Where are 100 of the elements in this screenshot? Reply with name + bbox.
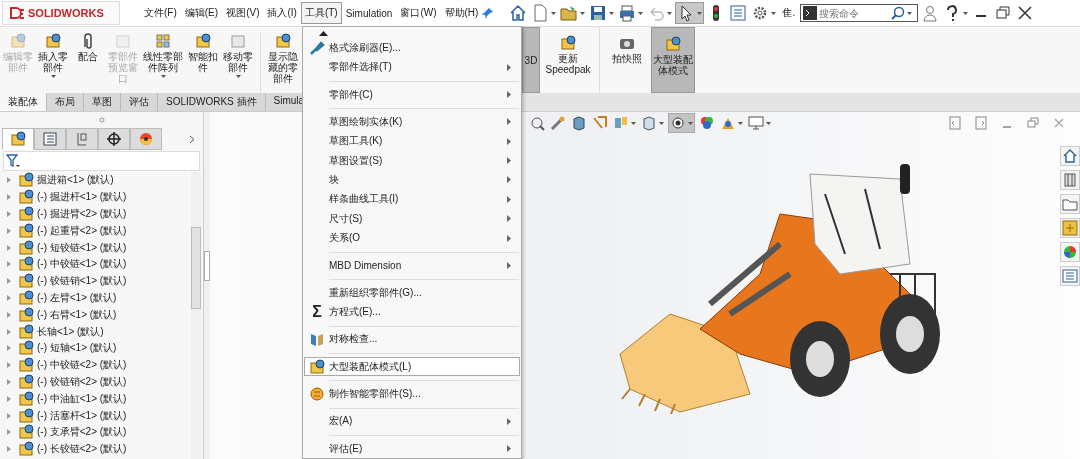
appearance-icon[interactable] bbox=[138, 131, 154, 147]
grip-icon[interactable] bbox=[98, 117, 105, 123]
tree-item[interactable]: (-) 左臂<1> (默认) bbox=[37, 290, 117, 305]
tree-item[interactable]: (-) 活塞杆<1> (默认) bbox=[37, 408, 127, 423]
collapsed-arrow-icon[interactable] bbox=[6, 362, 12, 369]
menu-item[interactable]: 草图工具(K) bbox=[304, 131, 520, 151]
hide-show-icon[interactable] bbox=[670, 115, 686, 131]
collapsed-arrow-icon[interactable] bbox=[6, 328, 12, 335]
previous-view-icon[interactable] bbox=[571, 115, 587, 131]
caret-icon[interactable] bbox=[50, 75, 56, 78]
menu-item[interactable]: 窗口(W) bbox=[396, 2, 441, 24]
chevron-right-icon[interactable] bbox=[189, 134, 195, 144]
ribbon-button[interactable]: 大型装配体模式 bbox=[651, 27, 695, 93]
menu-item[interactable]: 文件(F) bbox=[140, 2, 181, 24]
command-tab[interactable]: SOLIDWORKS 插件 bbox=[158, 93, 266, 111]
command-tab[interactable]: 布局 bbox=[47, 93, 84, 111]
menu-item[interactable]: 插入(I) bbox=[263, 2, 301, 24]
menu-item[interactable]: 格式涂刷器(E)... bbox=[304, 38, 520, 58]
tree-item[interactable]: (-) 铰链销<1> (默认) bbox=[37, 274, 127, 289]
caret-icon[interactable] bbox=[667, 11, 673, 15]
menu-item[interactable]: 编辑(E) bbox=[180, 2, 223, 24]
appearance-icon[interactable] bbox=[1062, 244, 1078, 260]
menu-item[interactable]: 关系(O bbox=[304, 228, 520, 248]
appearance-icon[interactable] bbox=[699, 115, 715, 131]
caret-icon[interactable] bbox=[907, 11, 913, 15]
tree-item[interactable]: (-) 中铰链<1> (默认) bbox=[37, 257, 127, 272]
collapsed-arrow-icon[interactable] bbox=[6, 211, 12, 217]
tree-item[interactable]: (-) 长铰链<2> (默认) bbox=[37, 442, 127, 457]
menu-item[interactable]: 样条曲线工具(I) bbox=[304, 189, 520, 209]
collapsed-arrow-icon[interactable] bbox=[6, 412, 12, 419]
collapsed-arrow-icon[interactable] bbox=[6, 278, 12, 285]
caret-icon[interactable] bbox=[580, 11, 586, 15]
pin-icon[interactable] bbox=[482, 7, 495, 19]
ribbon-button[interactable]: 拍快照 bbox=[606, 27, 648, 93]
caret-icon[interactable] bbox=[771, 11, 777, 15]
caret-icon[interactable] bbox=[766, 121, 771, 125]
menu-item[interactable]: MBD Dimension bbox=[304, 255, 520, 276]
tree-item[interactable]: (-) 中铰链<2> (默认) bbox=[37, 358, 127, 373]
caret-icon[interactable] bbox=[638, 11, 644, 15]
section-view-icon[interactable] bbox=[592, 115, 608, 131]
printer-icon[interactable] bbox=[618, 4, 637, 22]
collapsed-arrow-icon[interactable] bbox=[6, 395, 12, 402]
property-list-icon[interactable] bbox=[42, 131, 58, 147]
restore-icon[interactable] bbox=[1026, 116, 1040, 130]
tree-item[interactable]: (-) 起重臂<2> (默认) bbox=[37, 223, 127, 238]
search-icon[interactable] bbox=[891, 6, 906, 20]
collapsed-arrow-icon[interactable] bbox=[6, 345, 12, 352]
menu-item[interactable]: 草图绘制实体(K) bbox=[304, 112, 520, 132]
menu-item[interactable]: 零部件选择(T) bbox=[304, 57, 520, 77]
tree-item[interactable]: (-) 支承臂<2> (默认) bbox=[37, 425, 127, 440]
save-icon[interactable] bbox=[589, 4, 608, 22]
menu-item[interactable]: 大型装配体模式(L) bbox=[304, 356, 520, 377]
menu-item[interactable]: 评估(E) bbox=[304, 438, 520, 459]
caret-icon[interactable] bbox=[738, 121, 743, 125]
monitor-icon[interactable] bbox=[748, 115, 764, 131]
collapsed-arrow-icon[interactable] bbox=[6, 261, 12, 268]
view-orientation-icon[interactable] bbox=[641, 115, 657, 131]
ribbon-button[interactable]: 3D bbox=[522, 27, 540, 93]
ribbon-button[interactable]: 显示隐藏的零部件 bbox=[267, 33, 299, 84]
ribbon-button[interactable]: 配合 bbox=[72, 33, 104, 62]
menu-item[interactable]: 对称检查... bbox=[304, 329, 520, 349]
ribbon-button[interactable]: 更新 Speedpak bbox=[543, 27, 593, 93]
scroll-up-icon[interactable] bbox=[318, 31, 328, 37]
caret-icon[interactable] bbox=[551, 11, 557, 15]
feature-tree-icon[interactable] bbox=[10, 131, 26, 147]
folder-icon[interactable] bbox=[1062, 196, 1078, 212]
filter-icon[interactable] bbox=[6, 154, 20, 168]
collapsed-arrow-icon[interactable] bbox=[6, 446, 12, 453]
scrollbar-thumb[interactable] bbox=[191, 227, 201, 309]
menu-item[interactable]: 草图设置(S) bbox=[304, 150, 520, 171]
home-icon[interactable] bbox=[509, 4, 528, 22]
ribbon-button[interactable]: 移动零部件 bbox=[222, 33, 254, 78]
menu-item[interactable]: 零部件(C) bbox=[304, 84, 520, 105]
panel-tab[interactable] bbox=[98, 128, 130, 150]
panel-tab[interactable] bbox=[2, 128, 34, 150]
collapsed-arrow-icon[interactable] bbox=[6, 244, 12, 251]
search-field[interactable]: 搜索命令 bbox=[800, 4, 919, 22]
custom-properties-icon[interactable] bbox=[1062, 268, 1078, 284]
collapsed-arrow-icon[interactable] bbox=[6, 227, 12, 234]
parts-library-icon[interactable] bbox=[1062, 172, 1078, 188]
crosshair-icon[interactable] bbox=[106, 131, 122, 147]
home-icon[interactable] bbox=[1062, 148, 1078, 164]
collapsed-arrow-icon[interactable] bbox=[6, 429, 12, 436]
tree-item[interactable]: (-) 铰链销<2> (默认) bbox=[37, 374, 127, 389]
caret-icon[interactable] bbox=[160, 75, 166, 78]
search-input[interactable]: 搜索命令 bbox=[819, 7, 890, 19]
tree-item[interactable]: (-) 掘进臂<2> (默认) bbox=[37, 207, 127, 221]
menu-item[interactable]: Simulation bbox=[341, 3, 397, 23]
view-palette-icon[interactable] bbox=[1062, 220, 1078, 236]
caret-icon[interactable] bbox=[631, 121, 636, 125]
tree-item[interactable]: 掘进箱<1> (默认) bbox=[37, 173, 114, 188]
collapsed-arrow-icon[interactable] bbox=[6, 194, 12, 201]
collapsed-arrow-icon[interactable] bbox=[6, 177, 12, 184]
open-folder-icon[interactable] bbox=[560, 4, 579, 22]
caret-icon[interactable] bbox=[235, 75, 241, 78]
menu-item[interactable]: 制作智能零部件(S)... bbox=[304, 384, 520, 404]
caret-icon[interactable] bbox=[659, 121, 664, 125]
collapsed-arrow-icon[interactable] bbox=[6, 311, 12, 318]
caret-icon[interactable] bbox=[688, 121, 693, 125]
tile-right-icon[interactable] bbox=[974, 116, 988, 130]
